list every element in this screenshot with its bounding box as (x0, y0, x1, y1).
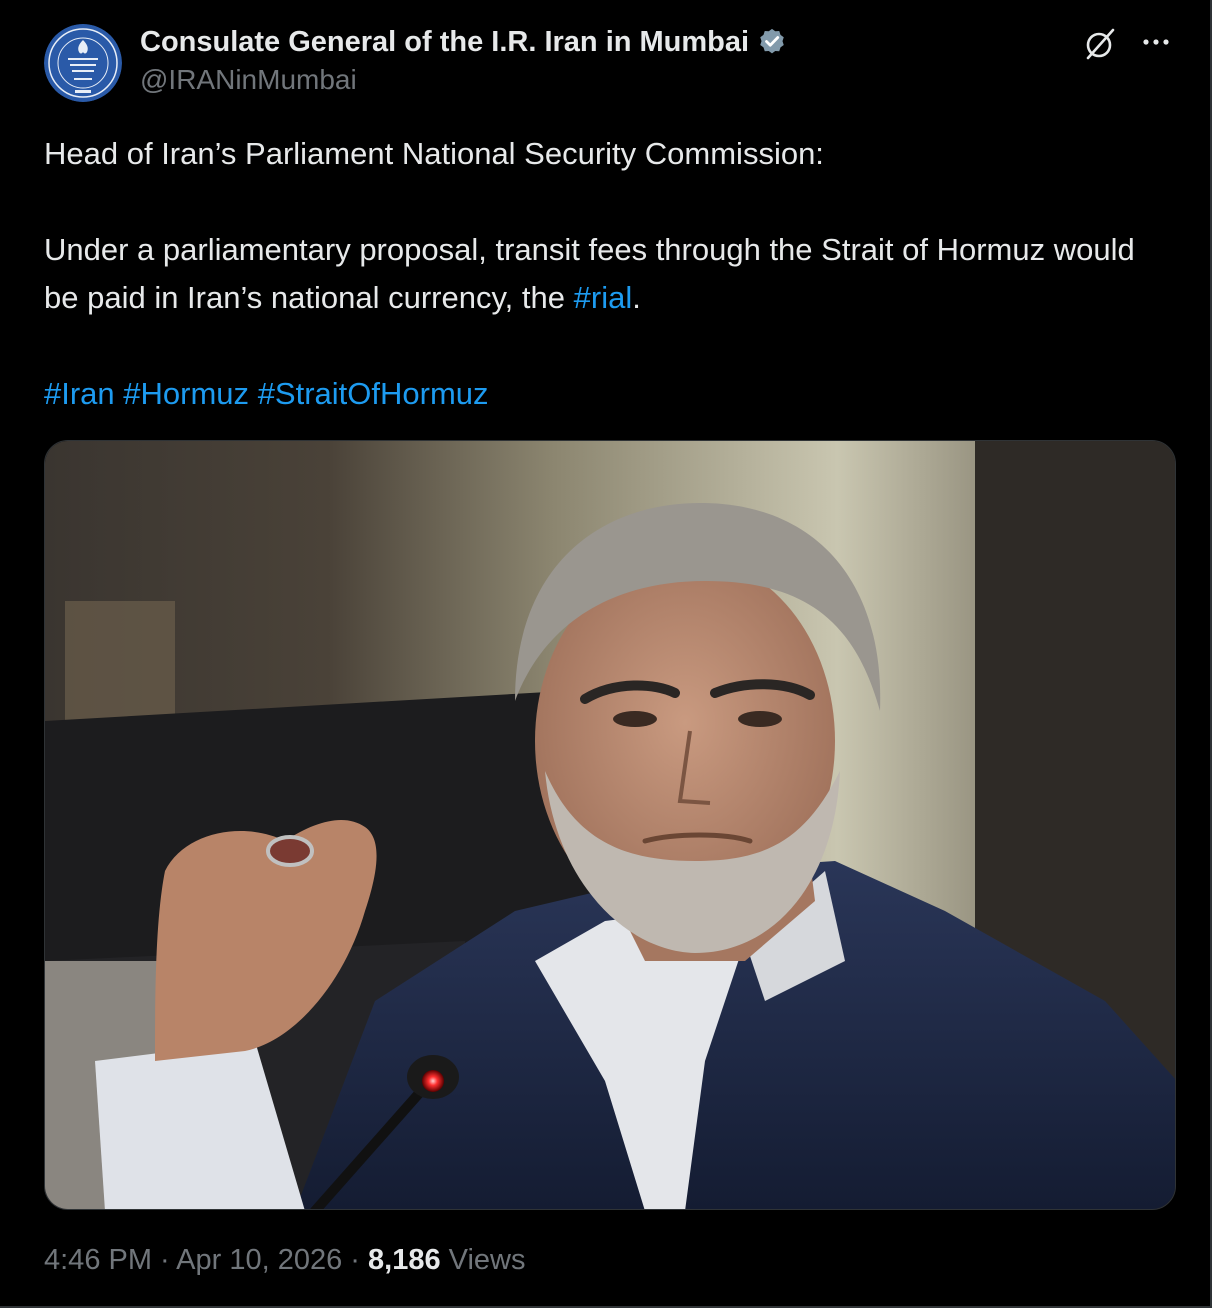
tweet-date[interactable]: Apr 10, 2026 (176, 1244, 342, 1276)
verified-badge-icon[interactable] (757, 27, 787, 57)
tweet: Consulate General of the I.R. Iran in Mu… (0, 0, 1212, 1308)
avatar[interactable] (44, 24, 122, 102)
hashtag-link[interactable]: #Iran (44, 376, 115, 411)
tweet-paragraph-end: . (632, 280, 641, 315)
hashtag-link[interactable]: #StraitOfHormuz (258, 376, 489, 411)
tweet-text: Head of Iran’s Parliament National Secur… (44, 130, 1174, 418)
meta-separator: · (342, 1244, 369, 1276)
author-name-row[interactable]: Consulate General of the I.R. Iran in Mu… (140, 24, 787, 60)
meta-separator: · (152, 1244, 177, 1276)
more-dots-icon[interactable] (1138, 26, 1174, 62)
tweet-line-heading: Head of Iran’s Parliament National Secur… (44, 136, 824, 171)
hashtag-row: #Iran #Hormuz #StraitOfHormuz (44, 370, 1174, 418)
tweet-time[interactable]: 4:46 PM (44, 1244, 152, 1276)
consulate-emblem-icon (44, 24, 122, 102)
tweet-photo[interactable] (44, 440, 1176, 1210)
author-handle[interactable]: @IRANinMumbai (140, 64, 357, 96)
tweet-meta: 4:46 PM · Apr 10, 2026 · 8,186 Views (44, 1244, 526, 1277)
display-name[interactable]: Consulate General of the I.R. Iran in Mu… (140, 26, 749, 59)
hashtag-link[interactable]: #rial (574, 280, 633, 315)
hashtag-link[interactable]: #Hormuz (123, 376, 249, 411)
views-count: 8,186 (368, 1244, 441, 1276)
views-label: Views (448, 1244, 526, 1276)
grok-icon[interactable] (1082, 26, 1118, 62)
tweet-paragraph: Under a parliamentary proposal, transit … (44, 226, 1174, 322)
